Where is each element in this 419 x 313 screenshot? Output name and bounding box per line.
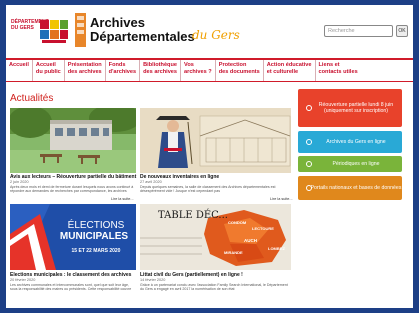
main-nav: Accueil Accueil du public Présentation d…: [6, 58, 413, 82]
news-date: 27 avril 2020: [140, 180, 162, 184]
site-title-suffix: du Gers: [192, 28, 240, 42]
site-title-line2[interactable]: Départementales: [90, 30, 195, 44]
map-label-auch: AUCH: [244, 238, 257, 243]
section-title: Actualités: [10, 93, 54, 104]
periodicals-button[interactable]: Périodiques en ligne: [298, 156, 402, 172]
nav-item-vos-archives[interactable]: Vos archives ?: [181, 60, 216, 81]
nav-item-label: du public: [35, 68, 61, 75]
gers-map-icon: [40, 20, 68, 43]
periodicals-button-label: Périodiques en ligne: [332, 160, 380, 167]
nav-item-accueil[interactable]: Accueil: [6, 60, 33, 81]
nav-item-presentation[interactable]: Présentation des archives: [65, 60, 106, 81]
nav-item-protection[interactable]: Protection des documents: [216, 60, 264, 81]
globe-icon: [306, 139, 312, 145]
nav-item-label: et culturelle: [266, 68, 299, 75]
site-title-line1[interactable]: Archives: [90, 16, 145, 30]
news-date: 20 février 2020: [10, 278, 36, 282]
reopening-button[interactable]: Réouverture partielle lundi 8 juin (uniq…: [298, 89, 402, 127]
nav-item-accueil-public[interactable]: Accueil du public: [33, 60, 65, 81]
nav-item-label: contacts utiles: [318, 68, 358, 75]
read-more-link[interactable]: Lire la suite...: [270, 197, 293, 202]
national-portals-button[interactable]: Portails nationaux et bases de données: [298, 176, 402, 200]
poster-dates: 15 ET 22 MARS 2020: [71, 248, 121, 254]
nav-item-label: Présentation: [67, 62, 102, 68]
nav-item-label: Accueil: [9, 62, 29, 68]
read-more-link[interactable]: Lire la suite...: [111, 197, 134, 202]
news-thumbnail-map[interactable]: TABLE DÉC... CONDOM LECTOURE AUCH MIRAND…: [140, 204, 291, 270]
department-logo-line2: DU GERS: [11, 25, 34, 31]
archives-online-button-label: Archives du Gers en ligne: [326, 138, 386, 145]
header: DÉPARTEMENT DU GERS Archives Département…: [6, 5, 413, 57]
news-date: 14 février 2020: [140, 278, 166, 282]
news-body: Après deux mois et demi de fermeture dur…: [10, 185, 134, 194]
map-label-lombez: LOMBEZ: [268, 246, 285, 251]
nav-item-action-educative[interactable]: Action éducative et culturelle: [264, 60, 316, 81]
database-icon: [306, 185, 312, 191]
nav-item-fonds[interactable]: Fonds d'archives: [106, 60, 141, 81]
news-thumbnail-building[interactable]: [10, 108, 136, 173]
map-label-condom: CONDOM: [228, 220, 247, 225]
nav-item-label: Bibliothèque: [143, 62, 177, 68]
news-thumbnail-portrait[interactable]: [140, 108, 291, 173]
news-body: Grâce à un partenariat conclu avec l'ass…: [140, 283, 288, 292]
national-portals-button-label: Portails nationaux et bases de données: [310, 184, 402, 191]
poster-subtitle: MUNICIPALES: [59, 231, 129, 242]
map-label-mirande: MIRANDE: [224, 250, 243, 255]
news-date: 2 juin 2020: [10, 180, 29, 184]
map-title: TABLE DÉC...: [158, 210, 228, 221]
reopening-button-label: Réouverture partielle lundi 8 juin (uniq…: [318, 101, 394, 114]
news-body: Depuis quelques semaines, la salle de cl…: [140, 185, 276, 194]
nav-item-label: des archives: [143, 68, 178, 75]
news-title[interactable]: Avis aux lecteurs – Réouverture partiell…: [10, 174, 136, 180]
nav-item-label: des archives: [67, 68, 102, 75]
map-label-lectoure: LECTOURE: [252, 226, 274, 231]
eye-icon: [306, 161, 312, 167]
nav-item-liens-contacts[interactable]: Liens et contacts utiles: [316, 60, 361, 81]
nav-item-label: archives ?: [184, 68, 212, 75]
nav-item-bibliotheque[interactable]: Bibliothèque des archives: [140, 60, 182, 81]
archives-online-button[interactable]: Archives du Gers en ligne: [298, 131, 402, 153]
nav-item-label: Action éducative: [266, 62, 312, 68]
poster-title: ÉLECTIONS: [67, 220, 125, 231]
nav-item-label: des documents: [218, 68, 260, 75]
news-thumbnail-elections-poster[interactable]: ÉLECTIONS MUNICIPALES 15 ET 22 MARS 2020: [10, 204, 136, 270]
search-input[interactable]: Recherche: [324, 25, 393, 37]
info-icon: [306, 105, 312, 111]
nav-item-label: d'archives: [108, 68, 137, 75]
archives-logo-icon: [75, 13, 86, 47]
page: DÉPARTEMENT DU GERS Archives Département…: [6, 5, 413, 308]
department-logo[interactable]: DÉPARTEMENT DU GERS: [11, 16, 71, 46]
department-logo-text: DÉPARTEMENT DU GERS: [11, 19, 49, 31]
news-body: Les archives communales et intercommunal…: [10, 283, 132, 292]
search-button[interactable]: OK: [396, 25, 408, 37]
